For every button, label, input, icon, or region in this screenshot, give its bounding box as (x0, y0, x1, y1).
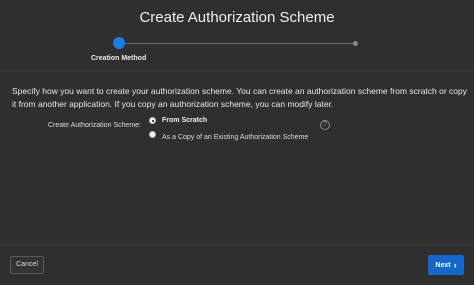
footer-divider (0, 245, 474, 246)
create-method-label: Create Authorization Scheme: (48, 122, 141, 129)
wizard-step-2-dot (353, 41, 358, 46)
radio-button-copy[interactable] (149, 131, 156, 138)
radio-label-from-scratch[interactable]: From Scratch (162, 117, 207, 124)
wizard-step-1-dot (113, 37, 125, 49)
header-divider (0, 70, 474, 71)
radio-label-copy[interactable]: As a Copy of an Existing Authorization S… (162, 134, 308, 141)
radio-option-from-scratch[interactable]: From Scratch (149, 117, 207, 124)
next-button[interactable]: Next › (428, 255, 464, 275)
wizard-step-1-label: Creation Method (91, 55, 147, 62)
radio-option-copy[interactable]: As a Copy of an Existing Authorization S… (149, 128, 308, 141)
wizard-progress: Creation Method (0, 36, 474, 68)
cancel-button[interactable]: Cancel (10, 256, 44, 274)
intro-text: Specify how you want to create your auth… (12, 86, 467, 109)
create-authorization-scheme-dialog: Create Authorization Scheme Creation Met… (0, 0, 474, 285)
wizard-track (119, 43, 357, 44)
radio-button-from-scratch[interactable] (149, 117, 156, 124)
help-icon[interactable]: ? (320, 120, 330, 130)
dialog-title: Create Authorization Scheme (139, 9, 335, 26)
chevron-right-icon: › (453, 259, 457, 270)
next-button-label[interactable]: Next (435, 262, 450, 269)
